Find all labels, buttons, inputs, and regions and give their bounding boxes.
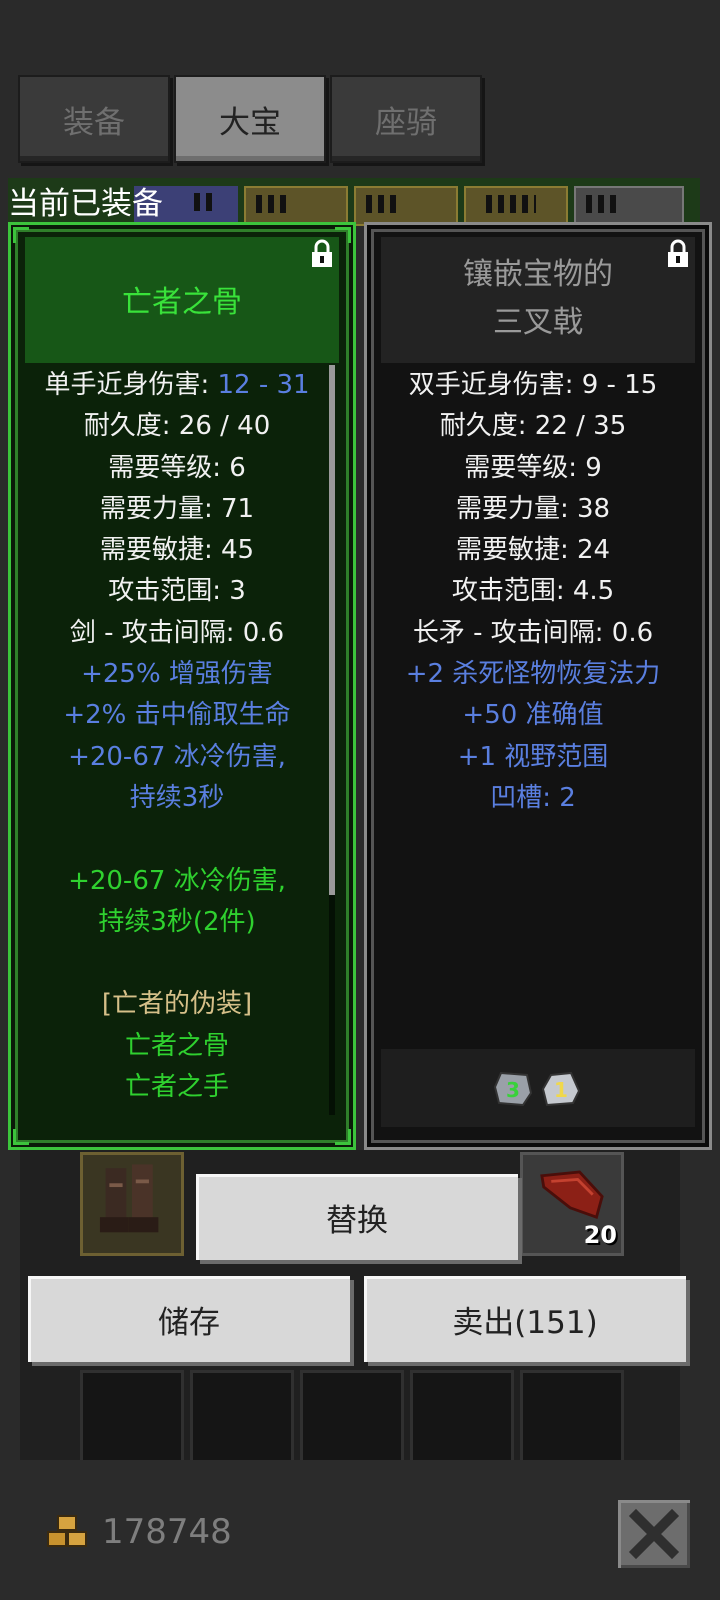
stat-line: 需要等级: 9 bbox=[464, 452, 602, 483]
stat-line: 双手近身伤害: 9 - 15 bbox=[408, 370, 658, 400]
replace-button[interactable]: 替换 bbox=[196, 1174, 518, 1260]
sell-button[interactable]: 卖出(151) bbox=[364, 1276, 686, 1362]
stat-line: +1 视野范围 bbox=[457, 741, 609, 772]
item-header: 亡者之骨 bbox=[25, 237, 339, 363]
inventory-slot[interactable] bbox=[80, 1152, 184, 1256]
item-title-line1: 镶嵌宝物的 bbox=[463, 257, 613, 292]
equipped-label: 当前已装备 bbox=[8, 186, 163, 222]
stat-line: +20-67 冰冷伤害, bbox=[68, 865, 286, 896]
stat-line: 持续3秒(2件) bbox=[98, 906, 256, 937]
inventory-slot[interactable] bbox=[300, 1370, 404, 1474]
stat-line: 需要等级: 6 bbox=[108, 452, 246, 483]
stat-line: 攻击范围: 3 bbox=[108, 576, 246, 607]
new-item-panel[interactable]: 镶嵌宝物的 三叉戟 双手近身伤害: 9 - 15 耐久度: 22 / 35 需要等级… bbox=[364, 222, 712, 1150]
tab-label: 装备 bbox=[63, 104, 125, 141]
stat-line: +50 准确值 bbox=[462, 700, 604, 731]
scrollbar-thumb[interactable] bbox=[329, 365, 335, 895]
stack-count: 20 bbox=[583, 1221, 617, 1249]
stat-line: 需要力量: 38 bbox=[455, 493, 611, 524]
equipped-item-panel[interactable]: 亡者之骨 单手近身伤害: 12 - 31 耐久度: 26 / 40 需要等级: 6 需… bbox=[8, 222, 356, 1150]
item-stats: 单手近身伤害: 12 - 31 耐久度: 26 / 40 需要等级: 6 需要力量: … bbox=[25, 365, 329, 1107]
stat-line: 攻击范围: 4.5 bbox=[451, 576, 615, 607]
corner-ornament bbox=[13, 1129, 29, 1145]
gold-coins-icon bbox=[47, 1515, 87, 1547]
equipped-slot[interactable] bbox=[574, 186, 684, 226]
gem-icon: 1 bbox=[541, 1071, 581, 1107]
store-button[interactable]: 储存 bbox=[28, 1276, 350, 1362]
stat-line: 亡者之手 bbox=[124, 1072, 229, 1103]
stat-line: [亡者的伪装] bbox=[101, 989, 253, 1020]
equipped-slot[interactable] bbox=[464, 186, 568, 226]
stat-line: 长矛 - 攻击间隔: 0.6 bbox=[412, 617, 654, 648]
stat-line: 凹槽: 2 bbox=[490, 782, 576, 813]
store-label: 储存 bbox=[158, 1304, 220, 1341]
gold-amount: 178748 bbox=[102, 1512, 232, 1552]
stat-line: 持续3秒 bbox=[129, 782, 225, 813]
inventory-slot[interactable] bbox=[80, 1370, 184, 1474]
stat-line: 亡者之骨 bbox=[124, 1030, 229, 1061]
lock-icon[interactable] bbox=[665, 239, 691, 269]
close-button[interactable] bbox=[618, 1500, 690, 1568]
tab-label: 座骑 bbox=[375, 104, 437, 141]
stat-line: 需要敏捷: 24 bbox=[455, 535, 611, 566]
socket-bar: 3 1 bbox=[381, 1049, 695, 1127]
item-title-line2: 三叉戟 bbox=[493, 305, 583, 340]
stat-line: 剑 - 攻击间隔: 0.6 bbox=[69, 617, 285, 648]
tab-mount[interactable]: 座骑 bbox=[330, 75, 482, 163]
replace-label: 替换 bbox=[326, 1202, 388, 1239]
tab-treasure[interactable]: 大宝 bbox=[174, 75, 326, 163]
equipped-slot[interactable] bbox=[354, 186, 458, 226]
sell-label: 卖出(151) bbox=[452, 1304, 598, 1341]
inventory-slot[interactable] bbox=[410, 1370, 514, 1474]
lock-icon[interactable] bbox=[309, 239, 335, 269]
inventory-slot[interactable] bbox=[190, 1370, 294, 1474]
stat-line: 耐久度: 26 / 40 bbox=[83, 411, 271, 442]
stat-line: 需要力量: 71 bbox=[99, 493, 255, 524]
gem-icon: 3 bbox=[493, 1071, 533, 1107]
stat-line: 需要敏捷: 45 bbox=[99, 535, 255, 566]
stat-line: +20-67 冰冷伤害, bbox=[68, 741, 286, 772]
equipped-slot[interactable] bbox=[244, 186, 348, 226]
inventory-slot[interactable]: 20 bbox=[520, 1152, 624, 1256]
stat-line: +2 杀死怪物恢复法力 bbox=[405, 659, 661, 690]
stat-line: 耐久度: 22 / 35 bbox=[439, 411, 627, 442]
tab-label: 大宝 bbox=[219, 104, 281, 141]
stat-line: 单手近身伤害: 12 - 31 bbox=[44, 370, 310, 400]
item-title: 亡者之骨 bbox=[122, 285, 242, 320]
stat-line: +25% 增强伤害 bbox=[81, 659, 273, 690]
boots-icon bbox=[99, 1164, 159, 1233]
gem-level: 1 bbox=[554, 1078, 568, 1102]
inventory-slot[interactable] bbox=[520, 1370, 624, 1474]
item-header: 镶嵌宝物的 三叉戟 bbox=[381, 237, 695, 363]
corner-ornament bbox=[335, 1129, 351, 1145]
tab-equipment[interactable]: 装备 bbox=[18, 75, 170, 163]
close-icon bbox=[628, 1508, 680, 1560]
gem-level: 3 bbox=[506, 1078, 520, 1102]
stat-line: +2% 击中偷取生命 bbox=[63, 700, 291, 731]
item-stats: 双手近身伤害: 9 - 15 耐久度: 22 / 35 需要等级: 9 需要力量: 3… bbox=[381, 365, 685, 819]
